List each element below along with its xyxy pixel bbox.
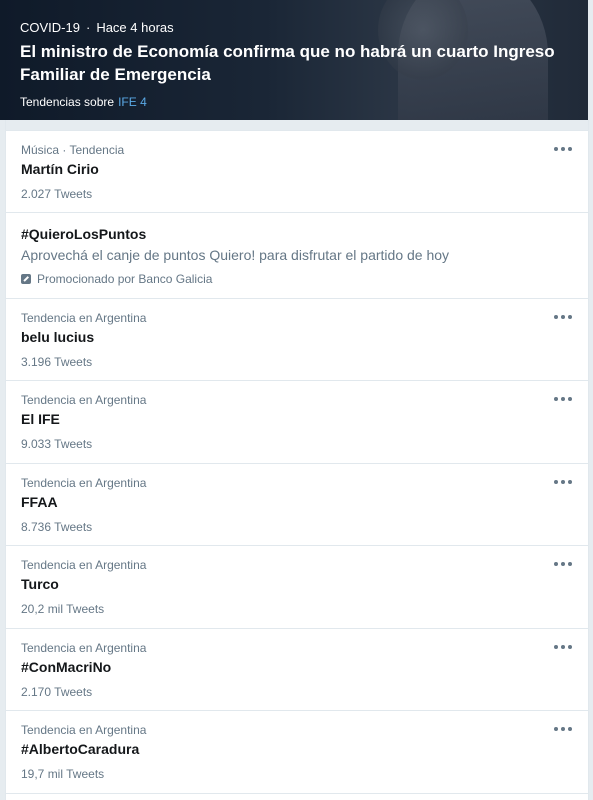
news-topics: Tendencias sobre IFE 4 <box>20 95 147 109</box>
trend-context: Tendencia en Argentina <box>21 558 147 572</box>
trend-name: Turco <box>21 576 59 592</box>
promoted-description: Aprovechá el canje de puntos Quiero! par… <box>21 247 450 263</box>
trend-tweet-count: 2.027 Tweets <box>21 187 93 201</box>
more-options-icon[interactable] <box>554 478 572 486</box>
promoted-trend-item[interactable]: #QuieroLosPuntos Aprovechá el canje de p… <box>6 212 588 298</box>
trends-list: Música · Tendencia Martín Cirio 2.027 Tw… <box>5 120 589 800</box>
news-time: Hace 4 horas <box>96 20 174 35</box>
trend-context: Tendencia en Argentina <box>21 393 147 407</box>
trend-name: #ConMacriNo <box>21 659 112 675</box>
trend-tweet-count: 3.196 Tweets <box>21 355 93 369</box>
trend-name: belu lucius <box>21 329 95 345</box>
trend-context: Tendencia en Argentina <box>21 641 147 655</box>
trend-item[interactable]: Tendencia en Argentina El IFE 9.033 Twee… <box>6 380 588 463</box>
trend-item[interactable]: Tendencia en Argentina FFAA 8.736 Tweets <box>6 463 588 545</box>
trend-name: El IFE <box>21 411 60 427</box>
topics-label: Tendencias sobre <box>20 95 115 109</box>
news-category: COVID-19 <box>20 20 80 35</box>
trend-tweet-count: 2.170 Tweets <box>21 685 93 699</box>
trend-context: Tendencia en Argentina <box>21 311 147 325</box>
more-options-icon[interactable] <box>554 643 572 651</box>
topic-link[interactable]: IFE 4 <box>118 95 147 109</box>
promoted-icon <box>21 274 31 284</box>
trend-name: Martín Cirio <box>21 161 99 177</box>
trend-item[interactable]: Tendencia en Argentina belu lucius 3.196… <box>6 298 588 380</box>
trends-panel: COVID-19 · Hace 4 horas El ministro de Eco… <box>0 0 593 800</box>
promoted-trend-name: #QuieroLosPuntos <box>21 226 147 242</box>
trend-item-partial[interactable] <box>6 793 588 800</box>
meta-separator: · <box>85 20 91 35</box>
more-options-icon[interactable] <box>554 313 572 321</box>
trend-name: FFAA <box>21 494 58 510</box>
trend-name: #AlbertoCaradura <box>21 741 140 757</box>
trend-item[interactable]: Tendencia en Argentina #ConMacriNo 2.170… <box>6 628 588 710</box>
more-options-icon[interactable] <box>554 145 572 153</box>
trend-item[interactable]: Tendencia en Argentina Turco 20,2 mil Tw… <box>6 545 588 628</box>
trend-tweet-count: 19,7 mil Tweets <box>21 767 105 781</box>
news-meta: COVID-19 · Hace 4 horas <box>20 20 174 35</box>
trend-item[interactable]: Tendencia en Argentina #AlbertoCaradura … <box>6 710 588 793</box>
more-options-icon[interactable] <box>554 725 572 733</box>
news-headline[interactable]: El ministro de Economía confirma que no … <box>20 40 565 86</box>
promoted-by: Promocionado por Banco Galicia <box>21 272 212 286</box>
trend-context: Música · Tendencia <box>21 143 125 157</box>
trend-context: Tendencia en Argentina <box>21 476 147 490</box>
trend-tweet-count: 8.736 Tweets <box>21 520 93 534</box>
trend-tweet-count: 9.033 Tweets <box>21 437 93 451</box>
trend-context: Tendencia en Argentina <box>21 723 147 737</box>
more-options-icon[interactable] <box>554 395 572 403</box>
trend-item[interactable]: Música · Tendencia Martín Cirio 2.027 Tw… <box>6 130 588 212</box>
trend-tweet-count: 20,2 mil Tweets <box>21 602 105 616</box>
featured-news-card[interactable]: COVID-19 · Hace 4 horas El ministro de Eco… <box>0 0 588 120</box>
more-options-icon[interactable] <box>554 560 572 568</box>
promoted-by-label: Promocionado por Banco Galicia <box>37 272 213 286</box>
